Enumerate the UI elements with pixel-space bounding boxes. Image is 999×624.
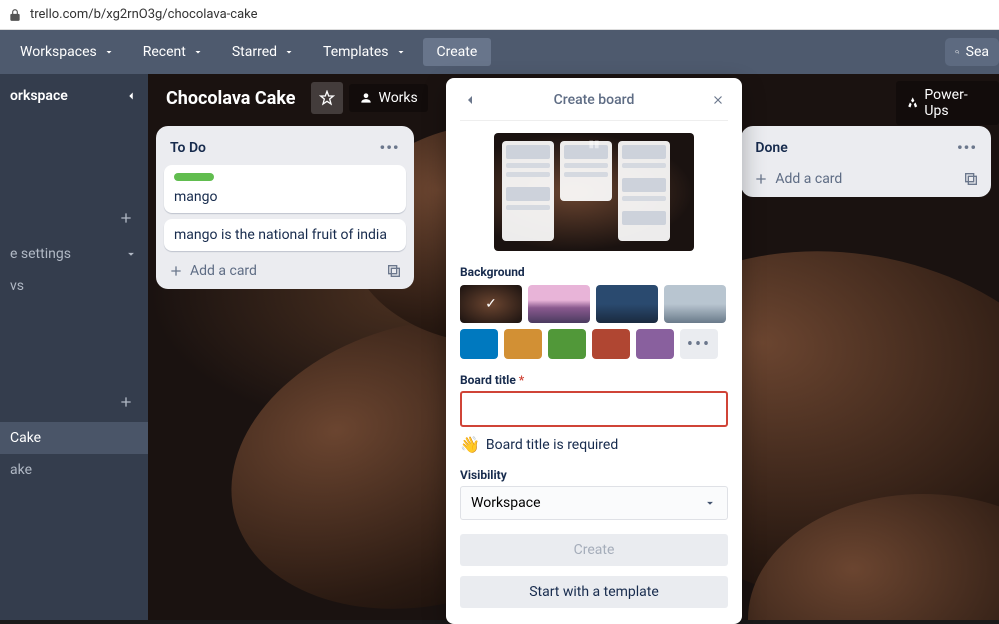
popover-title: Create board <box>480 92 708 108</box>
background-swatch-1[interactable] <box>460 285 522 323</box>
trello-logo-icon: ▮▮ <box>588 139 599 150</box>
background-photos-row <box>460 285 728 323</box>
url-text[interactable]: trello.com/b/xg2rnO3g/chocolava-cake <box>30 7 258 22</box>
visibility-select[interactable]: Workspace <box>460 486 728 520</box>
template-icon[interactable] <box>963 171 979 187</box>
nav-templates[interactable]: Templates <box>311 38 419 66</box>
sidebar-section-1 <box>0 198 148 238</box>
nav-workspaces[interactable]: Workspaces <box>8 38 127 66</box>
top-nav: Workspaces Recent Starred Templates Crea… <box>0 30 999 74</box>
card[interactable]: mango is the national fruit of india <box>164 219 406 251</box>
sidebar-workspace-header[interactable]: orkspace <box>0 74 148 118</box>
chevron-left-icon[interactable] <box>124 89 138 103</box>
board-title[interactable]: Chocolava Cake <box>156 88 305 109</box>
background-color-red[interactable] <box>592 329 630 359</box>
plus-icon <box>168 263 184 279</box>
search-input[interactable]: Sea <box>945 38 999 66</box>
plus-icon <box>118 394 134 410</box>
visibility-label: Visibility <box>460 468 728 482</box>
template-icon[interactable] <box>386 263 402 279</box>
list-menu-button[interactable]: ••• <box>957 138 977 157</box>
list-todo: To Do ••• mango mango is the national fr… <box>156 126 414 289</box>
people-icon <box>359 91 373 105</box>
chevron-down-icon <box>192 46 204 58</box>
add-card-button[interactable]: Add a card <box>753 171 842 187</box>
sidebar-views[interactable]: vs <box>0 270 148 302</box>
board-preview: ▮▮ <box>494 133 694 251</box>
background-swatch-3[interactable] <box>596 285 658 323</box>
nav-recent[interactable]: Recent <box>131 38 216 66</box>
list-done: Done ••• Add a card <box>741 126 991 197</box>
browser-url-bar: trello.com/b/xg2rnO3g/chocolava-cake <box>0 0 999 30</box>
create-board-popover: Create board ▮▮ Background ••• Board tit… <box>446 78 742 624</box>
title-required-hint: 👋 Board title is required <box>460 435 728 454</box>
background-label: Background <box>460 265 728 279</box>
board-title-label: Board title * <box>460 373 728 387</box>
board-title-input[interactable] <box>460 391 728 427</box>
card-text: mango <box>174 189 396 205</box>
chevron-down-icon <box>703 496 717 510</box>
rocket-icon <box>906 96 919 110</box>
sidebar-add-button[interactable] <box>114 206 138 230</box>
sidebar-section-2 <box>0 382 148 422</box>
lock-icon <box>8 8 22 22</box>
sidebar-board-item[interactable]: ake <box>0 454 148 486</box>
star-button[interactable] <box>311 82 343 114</box>
background-colors-row: ••• <box>460 329 728 359</box>
chevron-down-icon <box>395 46 407 58</box>
workspace-visible-button[interactable]: Works <box>349 84 427 112</box>
create-board-button[interactable]: Create <box>460 534 728 566</box>
add-card-button[interactable]: Add a card <box>168 263 257 279</box>
list-title[interactable]: Done <box>755 140 787 156</box>
background-color-green[interactable] <box>548 329 586 359</box>
plus-icon <box>118 210 134 226</box>
popover-close-button[interactable] <box>708 90 728 110</box>
chevron-down-icon <box>103 46 115 58</box>
background-color-orange[interactable] <box>504 329 542 359</box>
search-icon <box>955 45 960 59</box>
start-with-template-button[interactable]: Start with a template <box>460 576 728 608</box>
card[interactable]: mango <box>164 165 406 213</box>
background-more-button[interactable]: ••• <box>680 329 718 359</box>
chevron-down-icon <box>283 46 295 58</box>
sidebar-settings[interactable]: e settings <box>0 238 148 270</box>
nav-create-button[interactable]: Create <box>423 38 492 66</box>
star-icon <box>319 90 335 106</box>
background-color-purple[interactable] <box>636 329 674 359</box>
chevron-down-icon <box>124 247 138 261</box>
wave-icon: 👋 <box>460 435 480 454</box>
list-title[interactable]: To Do <box>170 140 206 156</box>
plus-icon <box>753 171 769 187</box>
background-swatch-4[interactable] <box>664 285 726 323</box>
nav-starred[interactable]: Starred <box>220 38 307 66</box>
popover-back-button[interactable] <box>460 90 480 110</box>
sidebar-add-board-button[interactable] <box>114 390 138 414</box>
chevron-left-icon <box>462 92 478 108</box>
background-color-blue[interactable] <box>460 329 498 359</box>
background-swatch-2[interactable] <box>528 285 590 323</box>
list-menu-button[interactable]: ••• <box>380 138 400 157</box>
card-label-green <box>174 173 214 181</box>
sidebar: orkspace e settings vs Cake ake <box>0 74 148 620</box>
sidebar-board-active[interactable]: Cake <box>0 422 148 454</box>
powerups-button[interactable]: Power-Ups <box>896 81 999 125</box>
card-text: mango is the national fruit of india <box>174 227 396 243</box>
close-icon <box>711 93 725 107</box>
